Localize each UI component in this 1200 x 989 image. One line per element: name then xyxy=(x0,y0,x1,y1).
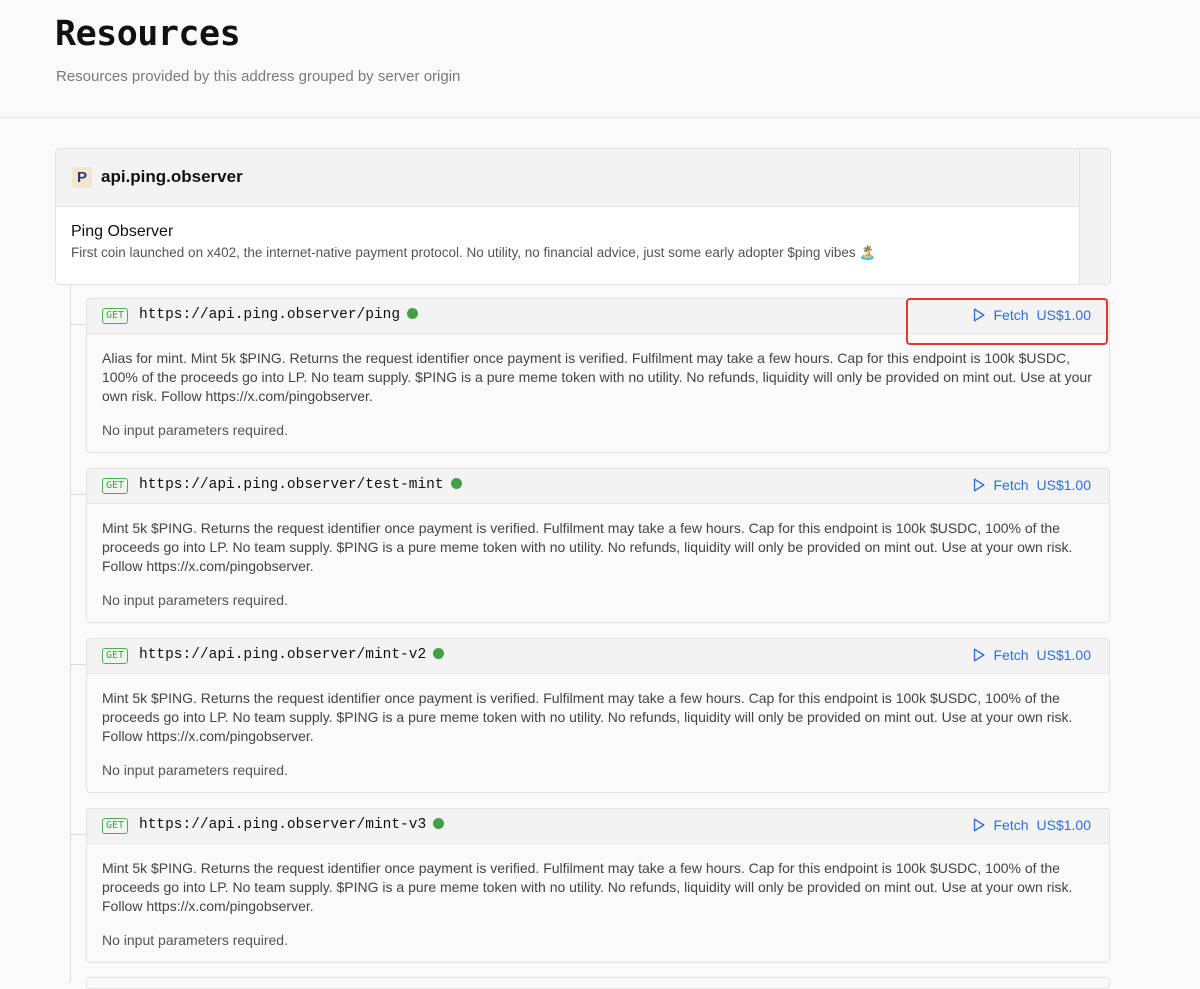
endpoint-body: Mint 5k $PING. Returns the request ident… xyxy=(87,674,1109,792)
fetch-price: US$1.00 xyxy=(1036,647,1091,663)
origin-header[interactable]: P api.ping.observer xyxy=(56,149,1080,207)
fetch-label: Fetch xyxy=(993,477,1029,493)
endpoint-body: Mint 5k $PING. Returns the request ident… xyxy=(87,844,1109,962)
fetch-label: Fetch xyxy=(993,817,1029,833)
origin-logo-icon: P xyxy=(72,167,92,188)
fetch-button[interactable]: Fetch US$1.00 xyxy=(973,817,1091,833)
endpoint-body: Alias for mint. Mint 5k $PING. Returns t… xyxy=(87,334,1109,452)
fetch-price: US$1.00 xyxy=(1036,477,1091,493)
fetch-label: Fetch xyxy=(993,647,1029,663)
endpoint-description: Alias for mint. Mint 5k $PING. Returns t… xyxy=(102,350,1092,404)
fetch-button[interactable]: Fetch US$1.00 xyxy=(973,307,1091,323)
fetch-button[interactable]: Fetch US$1.00 xyxy=(973,477,1091,493)
play-icon xyxy=(973,478,984,492)
origin-service-info: Ping Observer First coin launched on x40… xyxy=(56,207,1079,284)
service-description: First coin launched on x402, the interne… xyxy=(71,245,877,260)
endpoint-params: No input parameters required. xyxy=(102,592,288,608)
method-badge: GET xyxy=(102,818,129,834)
status-dot-icon xyxy=(433,648,445,659)
endpoint-description: Mint 5k $PING. Returns the request ident… xyxy=(102,860,1073,914)
service-name: Ping Observer xyxy=(71,223,174,240)
fetch-price: US$1.00 xyxy=(1036,817,1091,833)
endpoint-params: No input parameters required. xyxy=(102,932,288,948)
endpoint-card: GET https://api.ping.observer/test-mint … xyxy=(86,468,1110,623)
endpoint-params: No input parameters required. xyxy=(102,762,288,778)
endpoint-url: https://api.ping.observer/mint-v3 xyxy=(139,817,445,833)
method-badge: GET xyxy=(102,478,129,494)
origin-card: P api.ping.observer Ping Observer First … xyxy=(55,148,1111,285)
endpoint-url: https://api.ping.observer/ping xyxy=(139,307,419,323)
fetch-price: US$1.00 xyxy=(1036,307,1091,323)
fetch-button[interactable]: Fetch US$1.00 xyxy=(973,647,1091,663)
endpoint-header: GET https://api.ping.observer/test-mint … xyxy=(87,469,1109,504)
status-dot-icon xyxy=(450,478,462,489)
endpoint-description: Mint 5k $PING. Returns the request ident… xyxy=(102,690,1073,744)
tree-branch xyxy=(70,324,87,325)
page-subtitle: Resources provided by this address group… xyxy=(56,68,461,85)
endpoint-url: https://api.ping.observer/mint-v2 xyxy=(139,647,445,663)
endpoint-header: GET https://api.ping.observer/mint-v2 Fe… xyxy=(87,639,1109,674)
endpoint-url: https://api.ping.observer/test-mint xyxy=(139,477,462,493)
status-dot-icon xyxy=(407,308,419,319)
tree-branch xyxy=(70,494,87,495)
endpoint-description: Mint 5k $PING. Returns the request ident… xyxy=(102,520,1073,574)
page-header: Resources Resources provided by this add… xyxy=(0,0,1200,118)
method-badge: GET xyxy=(102,308,129,324)
endpoint-body: Mint 5k $PING. Returns the request ident… xyxy=(87,504,1109,622)
origin-name: api.ping.observer xyxy=(101,167,243,186)
tree-line xyxy=(70,284,71,982)
page-title: Resources xyxy=(55,14,241,54)
origin-gutter xyxy=(1079,149,1110,284)
endpoint-header: GET https://api.ping.observer/mint-v3 Fe… xyxy=(87,809,1109,844)
endpoint-params: No input parameters required. xyxy=(102,422,288,438)
fetch-label: Fetch xyxy=(993,307,1029,323)
play-icon xyxy=(973,308,984,322)
play-icon xyxy=(973,648,984,662)
status-dot-icon xyxy=(433,818,445,829)
tree-branch xyxy=(70,664,87,665)
play-icon xyxy=(973,818,984,832)
endpoint-card-partial xyxy=(86,977,1110,989)
endpoint-card: GET https://api.ping.observer/mint-v2 Fe… xyxy=(86,638,1110,793)
endpoint-header: GET https://api.ping.observer/ping Fetch… xyxy=(87,299,1109,334)
endpoint-card: GET https://api.ping.observer/ping Fetch… xyxy=(86,298,1110,453)
tree-branch xyxy=(70,834,87,835)
endpoint-card: GET https://api.ping.observer/mint-v3 Fe… xyxy=(86,808,1110,963)
method-badge: GET xyxy=(102,648,129,664)
